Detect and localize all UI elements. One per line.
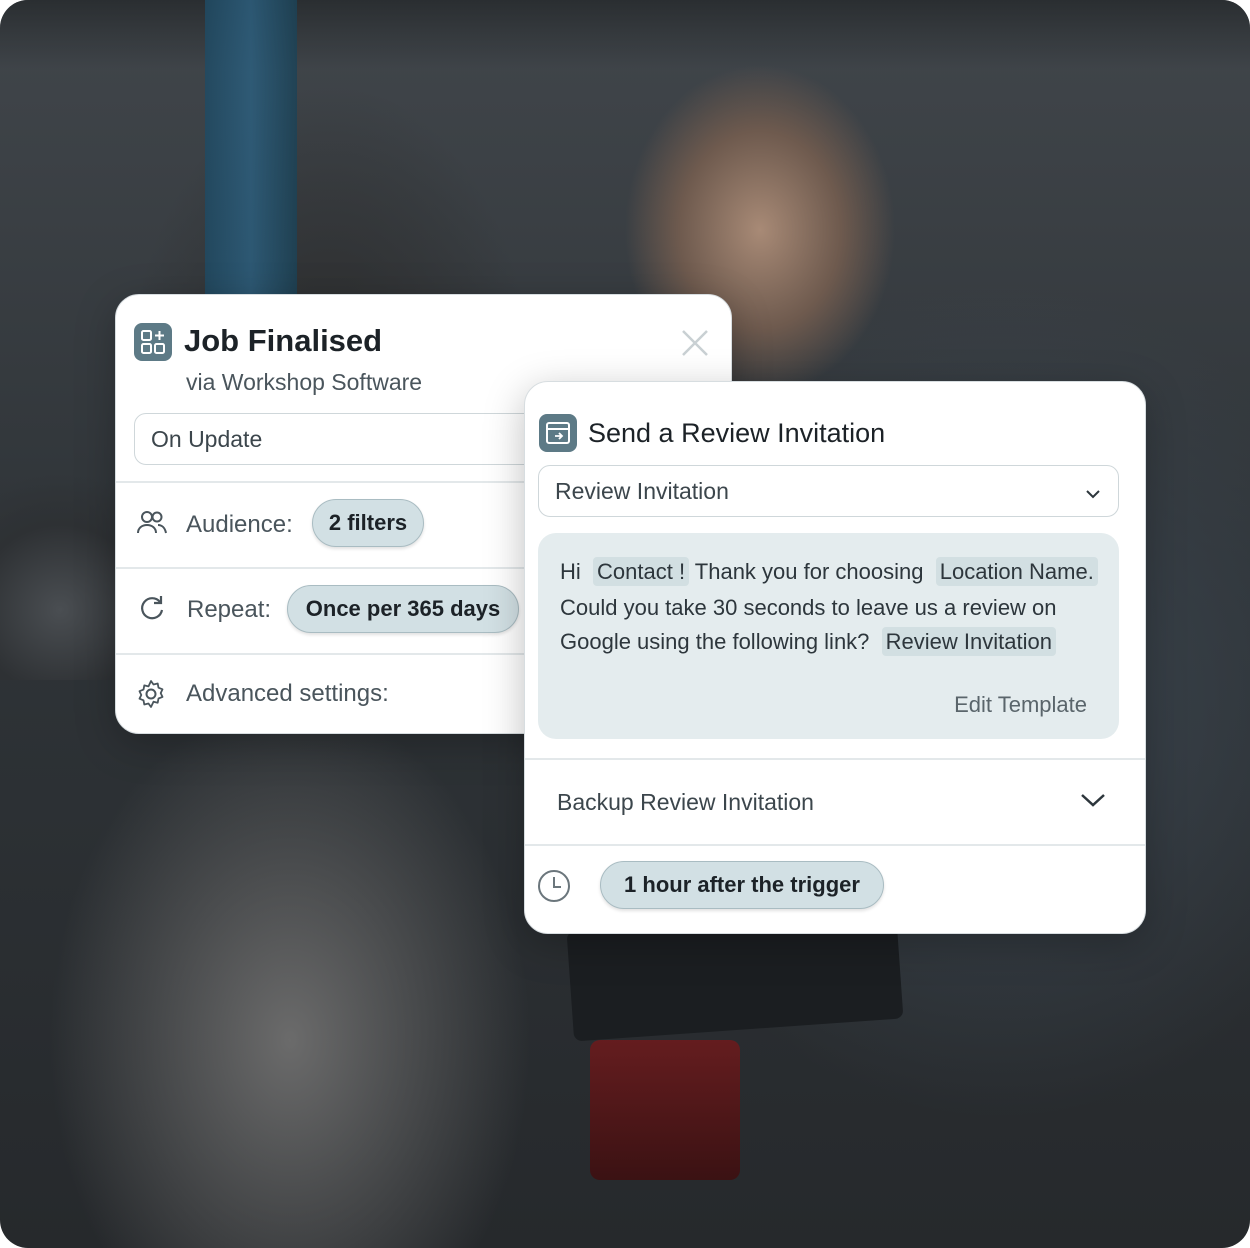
- car-taillight: [590, 1040, 740, 1180]
- garage-ceiling: [0, 0, 1250, 70]
- review-invitation-card: Send a Review Invitation Review Invitati…: [524, 381, 1146, 934]
- backup-label: Backup Review Invitation: [557, 789, 814, 815]
- thanks-text: Thank you for choosing: [694, 559, 924, 584]
- photo-background: Job Finalised via Workshop Software On U…: [0, 0, 1250, 1248]
- message-line-2: Could you take 30 seconds to leave us a …: [560, 595, 1057, 620]
- chevron-down-icon: [1079, 790, 1107, 815]
- clock-icon: [537, 869, 571, 908]
- advanced-settings-label[interactable]: Advanced settings:: [186, 680, 389, 708]
- template-select[interactable]: Review Invitation: [538, 465, 1119, 517]
- contact-tag: Contact !: [593, 557, 690, 586]
- job-title: Job Finalised: [184, 323, 383, 358]
- backup-invitation-select[interactable]: Backup Review Invitation: [525, 760, 1145, 844]
- audience-label: Audience:: [186, 511, 293, 538]
- message-line-1: Hi Contact ! Thank you for choosing Loca…: [560, 557, 1098, 586]
- location-tag: Location Name.: [935, 557, 1098, 586]
- repeat-label: Repeat:: [187, 596, 272, 623]
- trigger-field[interactable]: On Update: [134, 413, 554, 465]
- repeat-icon: [138, 594, 166, 627]
- message-preview: Hi Contact ! Thank you for choosing Loca…: [538, 533, 1119, 739]
- chevron-down-icon: [1084, 482, 1102, 509]
- audience-filters-pill[interactable]: 2 filters: [312, 499, 424, 547]
- review-link-tag: Review Invitation: [881, 627, 1056, 656]
- message-window-icon: [539, 414, 577, 452]
- greeting-text: Hi: [560, 559, 581, 584]
- close-icon[interactable]: [679, 327, 711, 359]
- grid-add-icon: [134, 323, 172, 361]
- delay-pill[interactable]: 1 hour after the trigger: [600, 861, 884, 909]
- repeat-frequency-pill[interactable]: Once per 365 days: [287, 585, 519, 633]
- link-text: Google using the following link?: [560, 629, 870, 654]
- gear-icon[interactable]: [136, 679, 166, 714]
- template-select-value: Review Invitation: [555, 477, 729, 504]
- divider: [525, 844, 1145, 846]
- review-title: Send a Review Invitation: [588, 418, 886, 448]
- edit-template-link[interactable]: Edit Template: [954, 692, 1087, 718]
- message-line-3: Google using the following link? Review …: [560, 627, 1056, 656]
- audience-icon: [136, 509, 168, 542]
- job-subtitle: via Workshop Software: [186, 369, 423, 395]
